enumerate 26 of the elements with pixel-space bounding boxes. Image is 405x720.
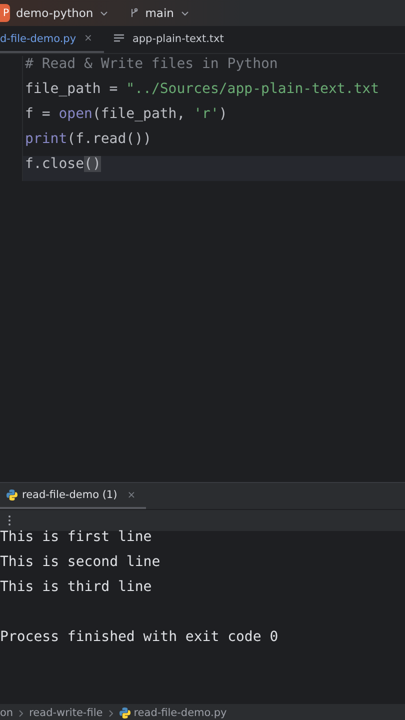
chevron-right-icon (108, 710, 113, 716)
tab-label: d-file-demo.py (0, 32, 76, 44)
text-file-icon (114, 34, 124, 43)
breadcrumb[interactable]: read-write-file (29, 707, 103, 719)
console-line: This is third line (0, 578, 153, 597)
code-line: file_path = "../Sources/app-plain-text.txt (22, 81, 405, 106)
close-icon[interactable]: × (127, 490, 136, 500)
breadcrumb[interactable]: on (0, 707, 14, 719)
tab-label: app-plain-text.txt (132, 32, 224, 44)
breadcrumb[interactable]: read-file-demo.py (118, 707, 227, 719)
close-icon[interactable]: × (84, 33, 92, 44)
branch-selector[interactable]: main (145, 6, 174, 20)
code-line: # Read & Write files in Python (22, 56, 405, 81)
more-icon[interactable] (8, 515, 11, 526)
editor-tab[interactable]: app-plain-text.txt (114, 26, 236, 53)
console-line: This is second line (0, 553, 162, 572)
exit-message: Process finished with exit code 0 (0, 628, 280, 647)
console-line: This is first line (0, 528, 153, 547)
chevron-right-icon (19, 710, 24, 716)
tab-label: read-file-demo (1) (22, 489, 118, 501)
project-selector[interactable]: demo-python (16, 6, 94, 20)
branch-icon (129, 8, 140, 18)
project-avatar: P (0, 4, 10, 22)
python-icon (118, 707, 131, 719)
python-icon (6, 489, 18, 501)
code-line: f = open(file_path, 'r') (22, 106, 405, 131)
